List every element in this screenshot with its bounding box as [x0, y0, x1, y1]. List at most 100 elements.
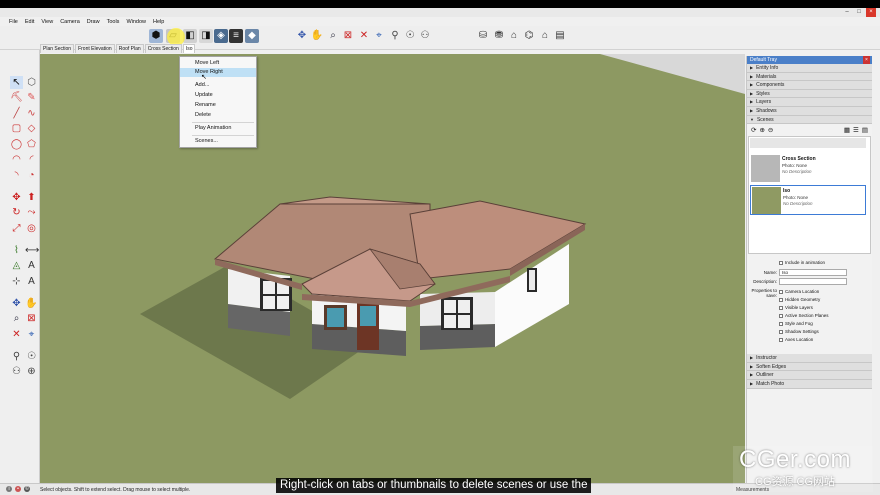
right-view-icon[interactable]: ◨	[199, 29, 213, 43]
zoom-tool-icon[interactable]: ⌕	[10, 312, 23, 325]
axes-icon[interactable]: ⊹	[10, 275, 23, 288]
menu-item-add[interactable]: Add...	[180, 81, 256, 90]
details-icon[interactable]: ▤	[862, 126, 868, 134]
tab-iso[interactable]: Iso	[182, 44, 196, 53]
zoom-icon[interactable]: ⌕	[326, 29, 340, 43]
xray-icon[interactable]: ◈	[214, 29, 228, 43]
text-icon[interactable]: A	[25, 259, 38, 272]
menu-item-delete[interactable]: Delete	[180, 111, 256, 120]
zoom-window-tool-icon[interactable]: ⊠	[25, 312, 38, 325]
menu-camera[interactable]: Camera	[60, 19, 80, 25]
walk-tool-icon[interactable]: ⚇	[10, 365, 23, 378]
tab-plan-section[interactable]: Plan Section	[40, 44, 75, 53]
select-icon[interactable]: ↖	[10, 76, 23, 89]
menu-view[interactable]: View	[41, 19, 53, 25]
warehouse-icon[interactable]: ⛁	[476, 29, 490, 43]
tab-front-elevation[interactable]: Front Elevation	[75, 44, 115, 53]
house-outline-icon[interactable]: ⌂	[538, 29, 552, 43]
scale-icon[interactable]: ⤢	[10, 222, 23, 235]
section-outliner[interactable]: ▶ Outliner	[747, 371, 872, 380]
prop-shadow-settings[interactable]: Shadow Settings	[779, 329, 819, 334]
arc-icon[interactable]: ◠	[10, 153, 23, 166]
description-field[interactable]	[779, 278, 847, 286]
two-point-arc-icon[interactable]: ◜	[25, 153, 38, 166]
section-scenes[interactable]: ▼ Scenes	[747, 115, 872, 125]
offset-icon[interactable]: ◎	[25, 222, 38, 235]
polygon-icon[interactable]: ⬠	[25, 138, 38, 151]
prop-style-and-fog[interactable]: Style and Fog	[779, 321, 813, 326]
menu-item-rename[interactable]: Rename	[180, 101, 256, 110]
minimize-icon[interactable]: –	[842, 8, 852, 17]
thumbnail-view-icon[interactable]: ▦	[844, 126, 850, 134]
pan-tool-icon[interactable]: ✋	[25, 297, 38, 310]
menu-help[interactable]: Help	[153, 19, 164, 25]
menu-window[interactable]: Window	[126, 19, 146, 25]
circle-icon[interactable]: ◯	[10, 138, 23, 151]
layout-icon[interactable]: ▤	[553, 29, 567, 43]
list-item[interactable]: Cross Section Photo: None No Description	[750, 154, 866, 184]
previous-view-icon[interactable]: ⌖	[372, 29, 386, 43]
pie-icon[interactable]: ◔	[25, 169, 38, 182]
section-instructor[interactable]: ▶ Instructor	[747, 354, 872, 363]
share-model-icon[interactable]: ⛃	[492, 29, 506, 43]
prop-active-section-planes[interactable]: Active Section Planes	[779, 313, 829, 318]
section-styles[interactable]: ▶ Styles	[747, 89, 872, 99]
model-viewport[interactable]	[40, 54, 745, 483]
add-scene-icon[interactable]: ⊕	[759, 126, 764, 134]
protractor-icon[interactable]: ◬	[10, 259, 23, 272]
info-icon[interactable]: i	[6, 486, 12, 492]
rotate-icon[interactable]: ↻	[10, 206, 23, 219]
menu-item-move-right[interactable]: Move Right	[180, 68, 256, 77]
zoom-extents-tool-icon[interactable]: ✕	[10, 328, 23, 341]
pan-icon[interactable]: ✋	[310, 29, 324, 43]
credits-icon[interactable]: ©	[24, 486, 30, 492]
menu-draw[interactable]: Draw	[87, 19, 100, 25]
freehand-icon[interactable]: ∿	[25, 107, 38, 120]
paint-bucket-icon[interactable]: ⛏	[10, 91, 23, 104]
extension-icon[interactable]: ⌬	[522, 29, 536, 43]
walk-icon[interactable]: ☉	[403, 29, 417, 43]
dimension-icon[interactable]: ⟷	[25, 244, 39, 257]
menu-file[interactable]: File	[9, 19, 18, 25]
shaded-icon[interactable]: ◆	[245, 29, 259, 43]
list-view-icon[interactable]: ☰	[853, 126, 859, 134]
prop-visible-layers[interactable]: Visible Layers	[779, 305, 813, 310]
rotated-rectangle-icon[interactable]: ◇	[25, 122, 38, 135]
front-view-icon[interactable]: ◧	[183, 29, 197, 43]
maximize-icon[interactable]: □	[854, 8, 864, 17]
wireframe-icon[interactable]: ≡	[229, 29, 243, 43]
update-scene-icon[interactable]: ⟳	[751, 126, 756, 134]
line-icon[interactable]: ╱	[10, 107, 23, 120]
section-components[interactable]: ▶ Components	[747, 81, 872, 90]
section-plane-icon[interactable]: ⊕	[25, 365, 38, 378]
eraser-icon[interactable]: ✎	[25, 91, 38, 104]
list-item-selected[interactable]: Iso Photo: None No Description	[750, 185, 866, 216]
tab-roof-plan[interactable]: Roof Plan	[115, 44, 144, 53]
section-soften-edges[interactable]: ▶ Soften Edges	[747, 362, 872, 372]
move-icon[interactable]: ✥	[10, 191, 23, 204]
section-entity-info[interactable]: ▶ Entity Info	[747, 64, 872, 73]
menu-item-update[interactable]: Update	[180, 91, 256, 100]
name-field[interactable]: Iso	[779, 269, 847, 277]
section-shadows[interactable]: ▶ Shadows	[747, 106, 872, 116]
push-pull-icon[interactable]: ⬆	[25, 191, 38, 204]
tray-close-icon[interactable]: ×	[863, 56, 870, 64]
menu-edit[interactable]: Edit	[25, 19, 34, 25]
tab-cross-section[interactable]: Cross Section	[144, 44, 182, 53]
follow-me-icon[interactable]: ⤳	[25, 206, 38, 219]
remove-scene-icon[interactable]: ⊖	[768, 126, 773, 134]
section-materials[interactable]: ▶ Materials	[747, 72, 872, 82]
look-around-tool-icon[interactable]: ☉	[25, 350, 38, 363]
previous-tool-icon[interactable]: ⌖	[25, 328, 38, 341]
orbit-icon[interactable]: ✥	[295, 29, 309, 43]
tape-measure-icon[interactable]: ⌇	[10, 244, 23, 257]
home-icon[interactable]: ⌂	[507, 29, 521, 43]
3d-text-icon[interactable]: A	[25, 275, 38, 288]
menu-item-scenes[interactable]: Scenes...	[180, 137, 256, 146]
close-icon[interactable]: ×	[866, 8, 876, 17]
scene-thumbnail[interactable]	[752, 187, 781, 215]
geo-location-icon[interactable]: •	[15, 486, 21, 492]
zoom-extents-icon[interactable]: ✕	[357, 29, 371, 43]
include-animation-checkbox[interactable]: Include in animation	[779, 260, 825, 265]
make-component-icon[interactable]: ⬡	[25, 76, 38, 89]
